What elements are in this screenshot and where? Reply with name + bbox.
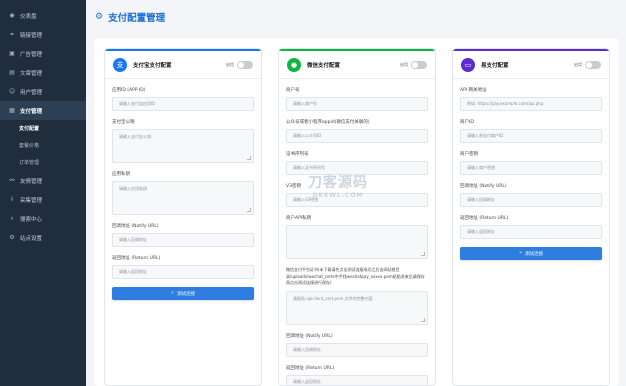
link-icon: ⚭	[9, 30, 15, 38]
gear-icon: ⚙	[95, 12, 104, 22]
epay-notify-input[interactable]: 请输入回调地址	[460, 193, 602, 207]
epay-api-input[interactable]: 例如: https://pay.example.com/api.php	[460, 97, 602, 111]
user-icon: ☺	[9, 87, 16, 95]
epay-card: ▭ 易支付配置 启用 API 网关地址 例如: https://pay.exam…	[452, 48, 610, 386]
epay-key-label: 商户密钥	[460, 152, 478, 157]
alipay-test-button[interactable]: ⚡ 测试连接	[112, 287, 254, 300]
sidebar-item-label: 搜索中心	[20, 216, 43, 223]
epay-api-label: API 网关地址	[460, 88, 487, 93]
epay-test-button[interactable]: ⚡ 测试连接	[460, 247, 602, 260]
alipay-test-label: 测试连接	[177, 291, 196, 297]
epay-return-label: 返回地址 (Return URL)	[460, 216, 509, 221]
alipay-privkey-textarea[interactable]: 请输入应用私钥	[112, 181, 254, 215]
search-icon: ⌕	[10, 214, 14, 222]
page-title: ⚙ 支付配置管理	[95, 10, 165, 24]
alipay-notify-input[interactable]: 请输入回调地址	[112, 233, 254, 247]
sidebar-item-label: 广告管理	[20, 51, 43, 58]
epay-key-input[interactable]: 请输入商户密钥	[460, 161, 602, 175]
wechat-notify-label: 回调地址 (Notify URL)	[286, 333, 333, 339]
alipay-appid-input[interactable]: 请输入支付宝应用ID	[112, 97, 254, 111]
epay-return-input[interactable]: 请输入返回地址	[460, 225, 602, 239]
wechat-card: ● 微信支付配置 启用 商户号 请输入商户号 公众号或者小程序appid(微信支…	[278, 48, 436, 386]
sidebar-item[interactable]: ⌕ 搜索中心	[0, 209, 86, 228]
wechat-privkey-label: 商户API私钥	[286, 216, 312, 221]
sidebar: ◉ 仪表盘 ⚭ 链接管理 ▣ 广告管理 ▤ 文章管理 ☺ 用户管理 ▦ 支付管理 支付配置 套餐价格 订单…	[0, 0, 86, 386]
epay-test-label: 测试连接	[525, 251, 544, 257]
sidebar-item[interactable]: ☺ 用户管理	[0, 82, 86, 101]
epay-pid-label: 商户ID	[460, 120, 474, 125]
settings-icon: ⚙	[9, 233, 15, 241]
alipay-return-input[interactable]: 请输入返回地址	[112, 265, 254, 279]
wechat-privkey-textarea[interactable]	[286, 225, 428, 259]
watermark: 刀客源码 DKEWL.COM	[302, 172, 374, 199]
epay-logo-icon: ▭	[461, 57, 475, 72]
sidebar-item[interactable]: ⚯ 友情管理	[0, 171, 86, 190]
sidebar-item-label: 支付管理	[20, 108, 43, 115]
alipay-logo-icon: 支	[113, 57, 127, 72]
wechat-serial-label: 证书序列号	[286, 152, 309, 157]
ad-icon: ▣	[9, 49, 15, 57]
sidebar-item-label: 采集管理	[20, 197, 43, 204]
alipay-card: 支 支付宝支付配置 启用 应用ID (APP ID) 请输入支付宝应用ID 支付…	[104, 48, 262, 386]
config-panel: 支 支付宝支付配置 启用 应用ID (APP ID) 请输入支付宝应用ID 支付…	[94, 38, 619, 386]
payment-icon: ▦	[9, 106, 15, 114]
wechat-enable-toggle[interactable]	[411, 60, 427, 69]
epay-enable-toggle[interactable]	[585, 60, 601, 69]
sidebar-item[interactable]: ⇩ 采集管理	[0, 190, 86, 209]
wechat-mchid-input[interactable]: 请输入商户号	[286, 97, 428, 111]
wechat-cert-note: 微信支付平台证书(未下载请先点击测试连接成功之后去网站根目录/uploads/w…	[286, 267, 425, 285]
dashboard-icon: ◉	[9, 11, 15, 19]
alipay-enable-toggle[interactable]	[237, 60, 253, 69]
sidebar-item[interactable]: ⚭ 链接管理	[0, 25, 86, 44]
watermark-line2: DKEWL.COM	[312, 192, 364, 199]
collect-icon: ⇩	[9, 195, 15, 203]
alipay-appid-label: 应用ID (APP ID)	[112, 88, 146, 93]
wechat-card-header: ● 微信支付配置 启用	[279, 51, 435, 79]
plug-icon: ⚡	[170, 291, 175, 296]
wechat-cert-textarea[interactable]: 请粘贴 apiclient_cert.pem 文件的完整内容	[286, 290, 428, 325]
alipay-privkey-label: 应用私钥	[112, 172, 130, 177]
epay-card-header: ▭ 易支付配置 启用	[453, 51, 609, 79]
sidebar-subitem[interactable]: 套餐价格	[0, 137, 86, 154]
sidebar-item[interactable]: ◉ 仪表盘	[0, 6, 86, 25]
sidebar-item-label: 文章管理	[20, 70, 43, 77]
sidebar-subitem[interactable]: 订单管理	[0, 154, 86, 171]
wechat-title: 微信支付配置	[307, 62, 341, 69]
sidebar-item[interactable]: ▣ 广告管理	[0, 44, 86, 63]
alipay-pubkey-textarea[interactable]: 请输入支付宝公钥	[112, 129, 254, 163]
plug-icon: ⚡	[518, 251, 523, 256]
watermark-line1: 刀客源码	[308, 175, 368, 191]
sidebar-item-label: 仪表盘	[20, 13, 37, 20]
wechat-logo-icon: ●	[287, 57, 301, 72]
epay-notify-label: 回调地址 (Notify URL)	[460, 184, 507, 189]
wechat-appid-input[interactable]: 请输入公众号ID	[286, 129, 428, 143]
sidebar-item[interactable]: ▤ 文章管理	[0, 63, 86, 82]
wechat-toggle-label: 启用	[400, 61, 408, 67]
wechat-appid-label: 公众号或者小程序appid(微信支付关联的)	[286, 120, 370, 125]
alipay-notify-label: 回调地址 (Notify URL)	[112, 224, 159, 229]
wechat-mchid-label: 商户号	[286, 88, 300, 93]
wechat-return-input[interactable]: 请输入返回地址	[286, 374, 428, 385]
wechat-notify-input[interactable]: 请输入回调地址	[286, 342, 428, 357]
alipay-toggle-label: 启用	[226, 61, 234, 67]
document-icon: ▤	[9, 68, 15, 76]
alipay-title: 支付宝支付配置	[133, 62, 172, 69]
epay-toggle-label: 启用	[574, 61, 582, 67]
sidebar-item-label: 站点设置	[20, 235, 43, 242]
sidebar-item[interactable]: ▦ 支付管理	[0, 101, 86, 120]
alipay-pubkey-label: 支付宝公钥	[112, 120, 135, 125]
sidebar-item[interactable]: ⚙ 站点设置	[0, 228, 86, 247]
epay-pid-input[interactable]: 请输入易支付商户ID	[460, 129, 602, 143]
friend-link-icon: ⚯	[9, 176, 15, 184]
alipay-card-header: 支 支付宝支付配置 启用	[105, 51, 261, 79]
alipay-return-label: 返回地址 (Return URL)	[112, 256, 161, 261]
wechat-return-label: 返回地址 (Return URL)	[286, 365, 335, 371]
sidebar-item-label: 友情管理	[20, 178, 43, 185]
sidebar-subitem[interactable]: 支付配置	[0, 120, 86, 137]
page-title-text: 支付配置管理	[108, 13, 166, 24]
sidebar-item-label: 链接管理	[20, 32, 43, 39]
epay-title: 易支付配置	[481, 62, 509, 69]
sidebar-item-label: 用户管理	[20, 89, 43, 96]
